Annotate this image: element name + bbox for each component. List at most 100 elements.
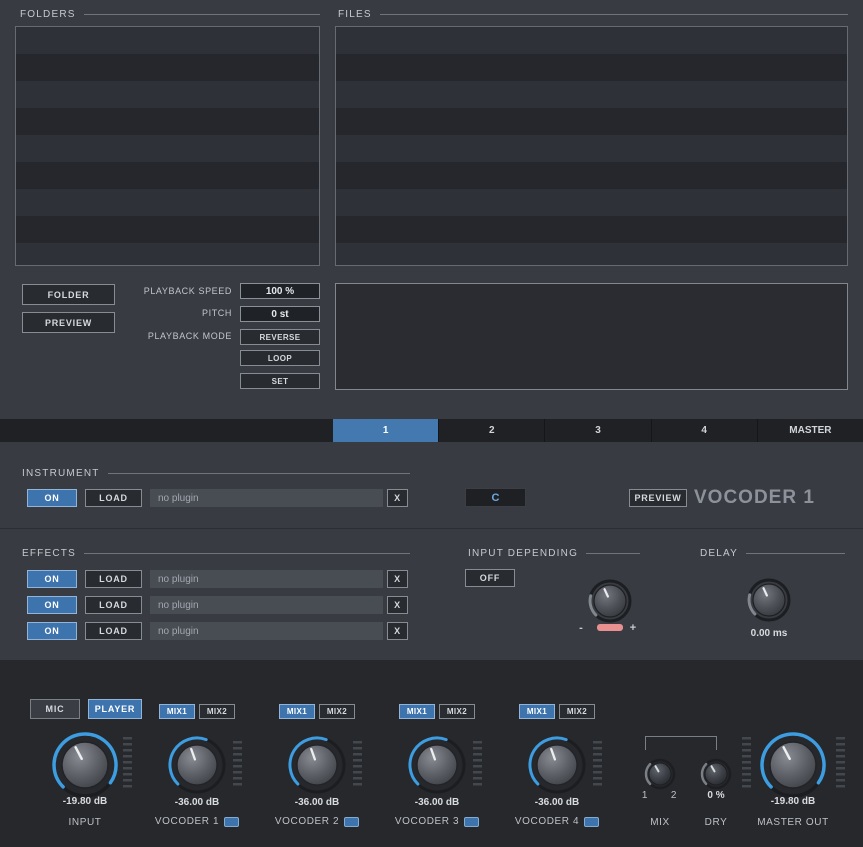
vocoder-3-mix2-button[interactable]: MIX2 <box>439 704 475 719</box>
instrument-header-line <box>107 473 410 474</box>
vocoder-4-mix1-button[interactable]: MIX1 <box>519 704 555 719</box>
reverse-button[interactable]: REVERSE <box>240 329 320 345</box>
input-depending-off-button[interactable]: OFF <box>465 569 515 587</box>
id-minus-label[interactable]: - <box>574 622 588 634</box>
tab-strip: 1 2 3 4 MASTER <box>0 419 863 442</box>
folders-section-label: FOLDERS <box>20 9 76 20</box>
vocoder-1-level-meter <box>233 741 242 789</box>
vocoder-4-level-meter <box>593 741 602 789</box>
preview-button[interactable]: PREVIEW <box>22 312 115 333</box>
vocoder-1-mix2-button[interactable]: MIX2 <box>199 704 235 719</box>
effect-3-plugin-field[interactable]: no plugin <box>150 622 383 640</box>
folders-header-line <box>83 14 320 15</box>
input-level-meter <box>123 737 132 791</box>
mix-channel-label: MIX <box>650 817 670 828</box>
effect-2-clear-button[interactable]: X <box>387 596 408 614</box>
key-display[interactable]: C <box>465 488 526 507</box>
input-depending-indicator[interactable] <box>597 624 623 631</box>
vocoder-1-gain-knob[interactable] <box>166 734 228 796</box>
pitch-value[interactable]: 0 st <box>240 306 320 322</box>
vocoder-4-gain-knob[interactable] <box>526 734 588 796</box>
input-depending-header-line <box>586 553 640 554</box>
vocoder-1-route-led[interactable] <box>224 816 240 827</box>
folder-button[interactable]: FOLDER <box>22 284 115 305</box>
master-out-knob[interactable] <box>758 730 828 800</box>
section-divider <box>0 528 863 529</box>
instrument-plugin-field[interactable]: no plugin <box>150 489 383 507</box>
instrument-load-button[interactable]: LOAD <box>85 489 142 507</box>
vocoder-1-mix1-button[interactable]: MIX1 <box>159 704 195 719</box>
mic-button[interactable]: MIC <box>30 699 80 719</box>
effect-1-plugin-field[interactable]: no plugin <box>150 570 383 588</box>
files-header-line <box>379 14 848 15</box>
vocoder-2-level-meter <box>353 741 362 789</box>
vocoder-2-channel-label: VOCODER 2 <box>274 816 340 827</box>
vocoder-3-gain-value: -36.00 dB <box>414 797 460 808</box>
vocoder-1-label-row: VOCODER 1 <box>135 816 259 827</box>
tab-master[interactable]: MASTER <box>756 419 863 442</box>
playback-mode-label: PLAYBACK MODE <box>147 331 232 341</box>
effect-3-clear-button[interactable]: X <box>387 622 408 640</box>
effect-2-on-button[interactable]: ON <box>27 596 77 614</box>
vocoder-4-label-row: VOCODER 4 <box>495 816 619 827</box>
vocoder-3-level-meter <box>473 741 482 789</box>
instrument-on-button[interactable]: ON <box>27 489 77 507</box>
tab-container: 1 2 3 4 MASTER <box>333 419 863 442</box>
tab-3[interactable]: 3 <box>544 419 650 442</box>
files-section-header: FILES <box>338 9 848 20</box>
vocoder-3-mix1-button[interactable]: MIX1 <box>399 704 435 719</box>
playback-speed-value[interactable]: 100 % <box>240 283 320 299</box>
vocoder-4-channel-label: VOCODER 4 <box>514 816 580 827</box>
input-depending-label: INPUT DEPENDING <box>468 548 579 559</box>
dry-knob[interactable] <box>698 756 734 792</box>
vocoder-2-mix2-button[interactable]: MIX2 <box>319 704 355 719</box>
vocoder-3-route-led[interactable] <box>464 816 480 827</box>
input-gain-value: -19.80 dB <box>62 796 108 807</box>
tab-1[interactable]: 1 <box>333 419 439 442</box>
tab-4[interactable]: 4 <box>650 419 757 442</box>
folders-list[interactable] <box>15 26 320 266</box>
channel-title: VOCODER 1 <box>694 487 815 508</box>
effect-2-load-button[interactable]: LOAD <box>85 596 142 614</box>
instrument-preview-button[interactable]: PREVIEW <box>629 489 687 507</box>
vocoder-2-gain-knob[interactable] <box>286 734 348 796</box>
player-button[interactable]: PLAYER <box>88 699 142 719</box>
id-plus-label[interactable]: + <box>626 622 640 634</box>
effect-1-on-button[interactable]: ON <box>27 570 77 588</box>
set-button[interactable]: SET <box>240 373 320 389</box>
effect-2-plugin-field[interactable]: no plugin <box>150 596 383 614</box>
loop-button[interactable]: LOOP <box>240 350 320 366</box>
input-depending-header: INPUT DEPENDING <box>468 548 640 559</box>
effect-1-load-button[interactable]: LOAD <box>85 570 142 588</box>
vocoder-plugin-window: FOLDERS FILES FOLDER PREVIEW PLAYBACK SP… <box>0 0 863 847</box>
effect-3-on-button[interactable]: ON <box>27 622 77 640</box>
vocoder-3-gain-knob[interactable] <box>406 734 468 796</box>
effects-section-header: EFFECTS <box>22 548 410 559</box>
mix-input-bracket <box>645 736 717 750</box>
instrument-clear-button[interactable]: X <box>387 489 408 507</box>
effects-section-label: EFFECTS <box>22 548 76 559</box>
mix-knob[interactable] <box>642 756 678 792</box>
vocoder-4-gain-value: -36.00 dB <box>534 797 580 808</box>
effect-3-load-button[interactable]: LOAD <box>85 622 142 640</box>
dry-value: 0 % <box>707 790 725 801</box>
vocoder-4-mix2-button[interactable]: MIX2 <box>559 704 595 719</box>
master-out-value: -19.80 dB <box>770 796 816 807</box>
delay-value: 0.00 ms <box>750 628 788 639</box>
waveform-display[interactable] <box>335 283 848 390</box>
pitch-label: PITCH <box>202 308 232 318</box>
vocoder-2-mix1-button[interactable]: MIX1 <box>279 704 315 719</box>
tab-2[interactable]: 2 <box>438 419 544 442</box>
vocoder-2-route-led[interactable] <box>344 816 360 827</box>
input-depending-knob[interactable] <box>585 576 635 626</box>
files-section-label: FILES <box>338 9 372 20</box>
delay-header: DELAY <box>700 548 845 559</box>
delay-label: DELAY <box>700 548 739 559</box>
files-list[interactable] <box>335 26 848 266</box>
delay-knob[interactable] <box>744 575 794 625</box>
vocoder-3-channel-label: VOCODER 3 <box>394 816 460 827</box>
vocoder-4-route-led[interactable] <box>584 816 600 827</box>
mix-in2-label: 2 <box>670 790 678 801</box>
effect-1-clear-button[interactable]: X <box>387 570 408 588</box>
input-gain-knob[interactable] <box>50 730 120 800</box>
